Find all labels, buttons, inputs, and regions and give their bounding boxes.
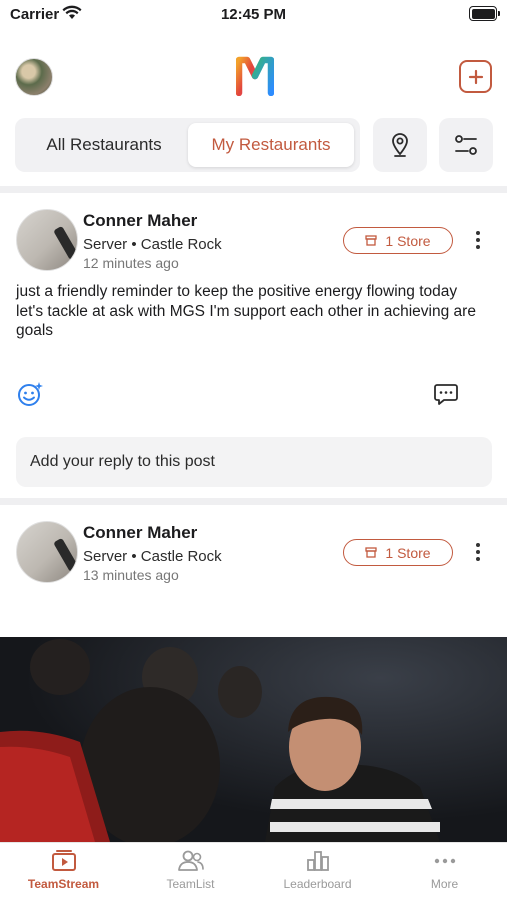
post-author-role: Server • Castle Rock bbox=[83, 236, 222, 253]
store-badge[interactable]: 1 Store bbox=[343, 539, 453, 566]
tab-label: Leaderboard bbox=[283, 877, 352, 891]
add-reaction-icon[interactable] bbox=[16, 380, 44, 408]
status-bar: Carrier 12:45 PM bbox=[0, 0, 507, 30]
bar-chart-icon bbox=[306, 851, 329, 871]
location-filter-button[interactable] bbox=[373, 118, 427, 172]
tab-teamlist[interactable]: TeamList bbox=[127, 849, 254, 899]
post-author-avatar[interactable] bbox=[16, 521, 78, 583]
bottom-tab-bar: TeamStream TeamList Leaderboard More bbox=[0, 842, 507, 900]
tab-label: TeamStream bbox=[27, 877, 100, 891]
post-timestamp: 13 minutes ago bbox=[83, 567, 179, 583]
post-more-button[interactable] bbox=[470, 538, 486, 566]
app-header bbox=[0, 48, 507, 108]
battery-icon bbox=[469, 6, 500, 21]
tab-teamstream[interactable]: TeamStream bbox=[0, 849, 127, 899]
post-author-name[interactable]: Conner Maher bbox=[83, 211, 197, 231]
store-badge-label: 1 Store bbox=[385, 232, 431, 249]
app-logo bbox=[236, 56, 274, 96]
post-card: Conner Maher Server • Castle Rock 13 min… bbox=[0, 505, 507, 637]
tab-my-restaurants[interactable]: My Restaurants bbox=[188, 123, 354, 167]
post-timestamp: 12 minutes ago bbox=[83, 255, 179, 271]
store-icon bbox=[365, 235, 378, 246]
plus-icon bbox=[468, 69, 483, 84]
tab-label: More bbox=[430, 877, 459, 891]
post-photo bbox=[0, 637, 507, 842]
section-divider bbox=[0, 186, 507, 193]
tab-label: TeamList bbox=[166, 877, 215, 891]
filter-row: All Restaurants My Restaurants bbox=[15, 118, 493, 172]
tab-leaderboard[interactable]: Leaderboard bbox=[254, 849, 381, 899]
store-badge-label: 1 Store bbox=[385, 544, 431, 561]
add-post-button[interactable] bbox=[459, 60, 492, 93]
people-icon bbox=[177, 850, 204, 871]
play-icon bbox=[51, 850, 76, 871]
profile-avatar[interactable] bbox=[15, 58, 53, 96]
section-divider bbox=[0, 498, 507, 505]
comment-icon[interactable] bbox=[432, 380, 460, 408]
clock: 12:45 PM bbox=[220, 6, 287, 23]
reply-input[interactable] bbox=[16, 437, 492, 487]
filter-settings-button[interactable] bbox=[439, 118, 493, 172]
post-media-image[interactable] bbox=[0, 637, 507, 842]
post-author-avatar[interactable] bbox=[16, 209, 78, 271]
map-pin-icon bbox=[392, 133, 408, 157]
tab-more[interactable]: More bbox=[381, 849, 507, 899]
post-author-name[interactable]: Conner Maher bbox=[83, 523, 197, 543]
post-body: just a friendly reminder to keep the pos… bbox=[16, 283, 476, 339]
post-card: Conner Maher Server • Castle Rock 12 min… bbox=[0, 193, 507, 498]
restaurant-segmented-control: All Restaurants My Restaurants bbox=[15, 118, 360, 172]
post-more-button[interactable] bbox=[470, 226, 486, 254]
post-author-role: Server • Castle Rock bbox=[83, 548, 222, 565]
tab-all-restaurants[interactable]: All Restaurants bbox=[21, 123, 187, 167]
ellipsis-icon bbox=[434, 858, 455, 864]
sliders-icon bbox=[455, 135, 477, 155]
store-icon bbox=[365, 547, 378, 558]
store-badge[interactable]: 1 Store bbox=[343, 227, 453, 254]
